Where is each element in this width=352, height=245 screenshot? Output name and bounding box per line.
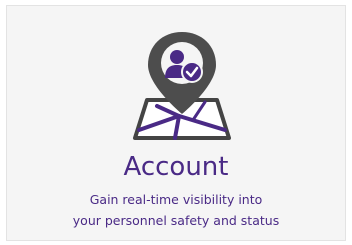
user-head-icon: [170, 50, 184, 64]
card-description-line-2: your personnel safety and status: [72, 213, 280, 228]
account-feature-card[interactable]: Account Gain real-time visibility into y…: [6, 5, 346, 241]
card-description-line-1: Gain real-time visibility into: [89, 192, 263, 207]
check-badge-icon: [181, 61, 203, 83]
map-pin-user-icon: [133, 32, 231, 140]
card-title: Account: [123, 152, 229, 182]
